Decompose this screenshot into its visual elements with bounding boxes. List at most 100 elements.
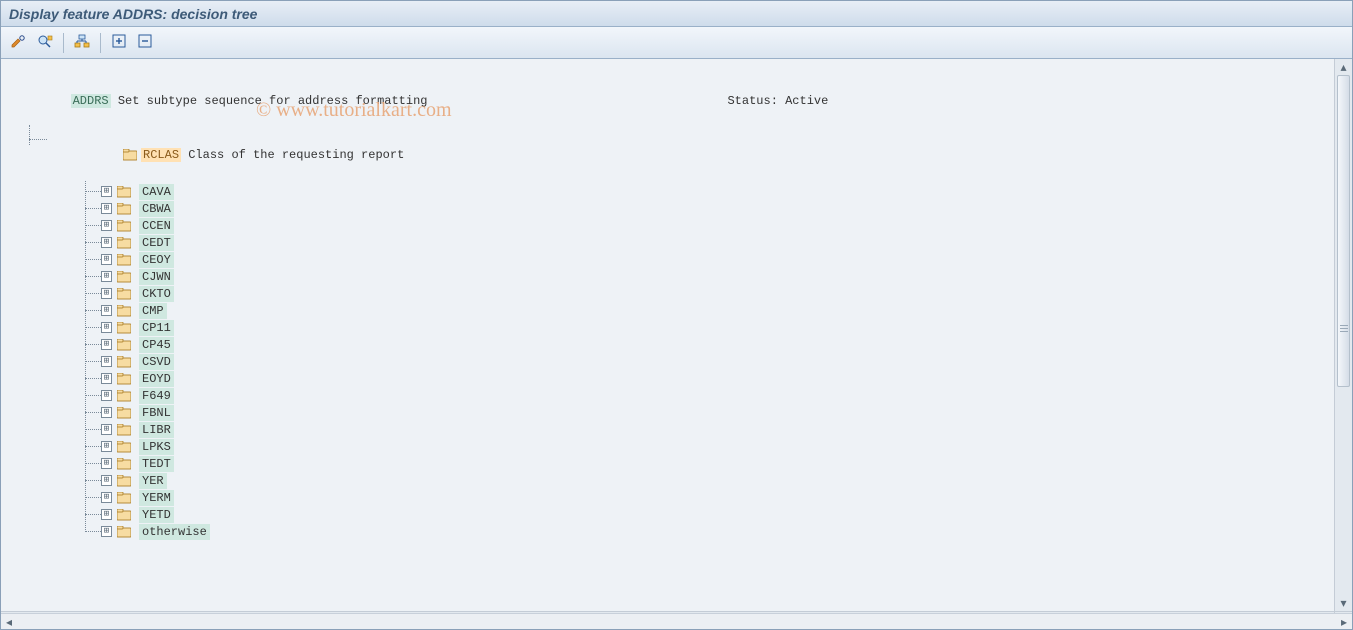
other-object-button[interactable] bbox=[70, 32, 94, 54]
expander-icon[interactable]: ⊞ bbox=[101, 322, 112, 333]
folder-closed-icon bbox=[117, 373, 131, 385]
tree-leaf-label: CEOY bbox=[139, 252, 174, 268]
expander-icon[interactable]: ⊞ bbox=[101, 237, 112, 248]
scroll-up-arrow-icon[interactable]: ▴ bbox=[1335, 59, 1352, 75]
expander-icon[interactable]: ⊞ bbox=[101, 203, 112, 214]
expander-icon[interactable]: ⊞ bbox=[101, 220, 112, 231]
tree-leaf[interactable]: ⊞ F649 bbox=[81, 387, 1312, 404]
folder-closed-icon bbox=[117, 407, 131, 419]
rclas-code: RCLAS bbox=[141, 148, 181, 162]
tree-leaf-label: CAVA bbox=[139, 184, 174, 200]
tree-leaf-label: YERM bbox=[139, 490, 174, 506]
tree-leaf-label: CP45 bbox=[139, 337, 174, 353]
tree-leaf-label: CCEN bbox=[139, 218, 174, 234]
expander-icon[interactable]: ⊞ bbox=[101, 288, 112, 299]
tree-leaf-label: F649 bbox=[139, 388, 174, 404]
tree-leaf[interactable]: ⊞ TEDT bbox=[81, 455, 1312, 472]
tree-leaf[interactable]: ⊞ CJWN bbox=[81, 268, 1312, 285]
expander-icon[interactable]: ⊞ bbox=[101, 271, 112, 282]
tree-children: ⊞CAVA⊞CBWA⊞CCEN⊞CEDT⊞CEOY⊞CJWN⊞CKTO⊞CMP⊞… bbox=[81, 183, 1312, 540]
tree-leaf[interactable]: ⊞YER bbox=[81, 472, 1312, 489]
expander-icon[interactable]: ⊞ bbox=[101, 475, 112, 486]
scroll-track[interactable] bbox=[17, 614, 1336, 629]
scroll-thumb[interactable] bbox=[1337, 75, 1350, 387]
folder-closed-icon bbox=[117, 339, 131, 351]
tree-leaf[interactable]: ⊞ LPKS bbox=[81, 438, 1312, 455]
tree-leaf-label: CP11 bbox=[139, 320, 174, 336]
folder-closed-icon bbox=[117, 424, 131, 436]
expander-icon[interactable]: ⊞ bbox=[101, 356, 112, 367]
tree-leaf-label: CJWN bbox=[139, 269, 174, 285]
tree-leaf[interactable]: ⊞ CP11 bbox=[81, 319, 1312, 336]
expander-icon[interactable]: ⊞ bbox=[101, 390, 112, 401]
folder-closed-icon bbox=[117, 254, 131, 266]
tree-leaf[interactable]: ⊞ CMP bbox=[81, 302, 1312, 319]
change-display-button[interactable] bbox=[7, 32, 31, 54]
folder-closed-icon bbox=[117, 186, 131, 198]
expander-icon[interactable]: ⊞ bbox=[101, 254, 112, 265]
check-magnifier-icon bbox=[37, 34, 53, 51]
expander-icon[interactable]: ⊞ bbox=[101, 509, 112, 520]
folder-closed-icon bbox=[117, 288, 131, 300]
tree-leaf[interactable]: ⊞YETD bbox=[81, 506, 1312, 523]
folder-closed-icon bbox=[117, 356, 131, 368]
folder-closed-icon bbox=[117, 237, 131, 249]
tree-leaf[interactable]: ⊞ CEOY bbox=[81, 251, 1312, 268]
expander-icon[interactable]: ⊞ bbox=[101, 339, 112, 350]
tree-leaf[interactable]: ⊞CSVD bbox=[81, 353, 1312, 370]
tree-leaf[interactable]: ⊞ EOYD bbox=[81, 370, 1312, 387]
tree-root-row[interactable]: ADDRS Set subtype sequence for address f… bbox=[13, 77, 1312, 125]
folder-open-icon bbox=[123, 149, 137, 161]
expander-icon[interactable]: ⊞ bbox=[101, 492, 112, 503]
folder-closed-icon bbox=[117, 220, 131, 232]
tree-leaf[interactable]: ⊞FBNL bbox=[81, 404, 1312, 421]
expander-icon[interactable]: ⊞ bbox=[101, 186, 112, 197]
tree-leaf-label: LPKS bbox=[139, 439, 174, 455]
scroll-left-arrow-icon[interactable]: ◂ bbox=[1, 614, 17, 629]
tree-leaf-label: EOYD bbox=[139, 371, 174, 387]
expander-icon[interactable]: ⊞ bbox=[101, 526, 112, 537]
tree-leaf-label: otherwise bbox=[139, 524, 210, 540]
tree-leaf[interactable]: ⊞ CKTO bbox=[81, 285, 1312, 302]
folder-closed-icon bbox=[117, 322, 131, 334]
rclas-text: Class of the requesting report bbox=[181, 148, 404, 162]
tree-leaf-label: TEDT bbox=[139, 456, 174, 472]
folder-closed-icon bbox=[117, 203, 131, 215]
tree-leaf-label: CMP bbox=[139, 303, 167, 319]
outer-horizontal-scrollbar[interactable]: ◂ ▸ bbox=[1, 613, 1352, 629]
folder-closed-icon bbox=[117, 458, 131, 470]
expand-all-button[interactable] bbox=[107, 32, 131, 54]
scroll-down-arrow-icon[interactable]: ▾ bbox=[1335, 595, 1352, 611]
expander-icon[interactable]: ⊞ bbox=[101, 373, 112, 384]
tree-leaf[interactable]: ⊞ CCEN bbox=[81, 217, 1312, 234]
expander-icon[interactable]: ⊞ bbox=[101, 305, 112, 316]
toolbar bbox=[1, 27, 1352, 59]
check-button[interactable] bbox=[33, 32, 57, 54]
collapse-icon bbox=[138, 34, 152, 51]
tree-leaf[interactable]: ⊞ otherwise bbox=[81, 523, 1312, 540]
tree-leaf[interactable]: ⊞CBWA bbox=[81, 200, 1312, 217]
tree-leaf[interactable]: ⊞ CAVA bbox=[81, 183, 1312, 200]
scroll-track[interactable] bbox=[1335, 75, 1352, 595]
hierarchy-box-icon bbox=[74, 34, 90, 51]
folder-closed-icon bbox=[117, 305, 131, 317]
toolbar-separator bbox=[100, 33, 101, 53]
vertical-scrollbar[interactable]: ▴ ▾ bbox=[1334, 59, 1352, 611]
tree-leaf[interactable]: ⊞ CP45 bbox=[81, 336, 1312, 353]
toolbar-separator bbox=[63, 33, 64, 53]
expand-icon bbox=[112, 34, 126, 51]
tree-leaf[interactable]: ⊞LIBR bbox=[81, 421, 1312, 438]
folder-closed-icon bbox=[117, 390, 131, 402]
scroll-grip-icon bbox=[1340, 325, 1348, 333]
expander-icon[interactable]: ⊞ bbox=[101, 424, 112, 435]
titlebar: Display feature ADDRS: decision tree bbox=[1, 1, 1352, 27]
scroll-right-arrow-icon[interactable]: ▸ bbox=[1336, 614, 1352, 629]
tree-leaf[interactable]: ⊞ YERM bbox=[81, 489, 1312, 506]
tree-node-rclas[interactable]: RCLAS Class of the requesting report bbox=[25, 131, 1312, 179]
expander-icon[interactable]: ⊞ bbox=[101, 458, 112, 469]
tree-leaf[interactable]: ⊞CEDT bbox=[81, 234, 1312, 251]
expander-icon[interactable]: ⊞ bbox=[101, 441, 112, 452]
expander-icon[interactable]: ⊞ bbox=[101, 407, 112, 418]
tree-leaf-label: CKTO bbox=[139, 286, 174, 302]
collapse-all-button[interactable] bbox=[133, 32, 157, 54]
